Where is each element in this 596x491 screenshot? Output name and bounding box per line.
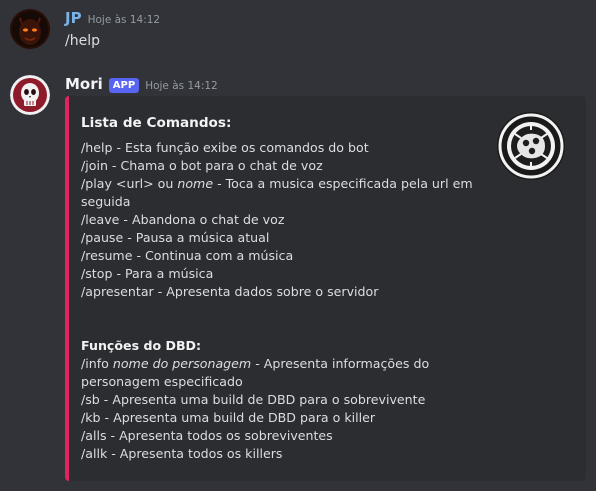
mori-logo-icon[interactable] [495, 110, 567, 182]
jp-avatar[interactable] [10, 9, 50, 49]
command-text: /join - Chama o bot para o chat de voz [81, 158, 323, 173]
command-text: /kb - Apresenta uma build de DBD para o … [81, 410, 376, 425]
chat-messages: JP Hoje às 14:12 /help Mori APP Hoje às … [0, 0, 596, 491]
command-text: /pause - Pausa a música atual [81, 230, 270, 245]
command-line: /info nome do personagem - Apresenta inf… [81, 355, 481, 391]
command-text: /sb - Apresenta uma build de DBD para o … [81, 392, 426, 407]
command-line: /leave - Abandona o chat de voz [81, 211, 481, 229]
command-argument: nome do personagem [112, 356, 252, 371]
embed-title: Lista de Comandos: [81, 115, 232, 131]
timestamp[interactable]: Hoje às 14:12 [145, 76, 218, 96]
bot-embed: Lista de Comandos: /help - Esta função e… [65, 96, 586, 481]
command-text: /play <url> ou [81, 176, 178, 191]
command-line: /join - Chama o bot para o chat de voz [81, 157, 481, 175]
command-line: /stop - Para a música [81, 265, 481, 283]
username-jp[interactable]: JP [65, 8, 82, 28]
timestamp[interactable]: Hoje às 14:12 [88, 10, 161, 30]
app-badge: APP [108, 78, 140, 93]
command-line: /pause - Pausa a música atual [81, 229, 481, 247]
command-text: /stop - Para a música [81, 266, 214, 281]
command-text: /allk - Apresenta todos os killers [81, 446, 283, 461]
command-line: /apresentar - Apresenta dados sobre o se… [81, 283, 481, 301]
username-mori[interactable]: Mori [65, 74, 103, 94]
message-content: /help [65, 33, 100, 49]
embed-description: Lista de Comandos: /help - Esta função e… [81, 112, 481, 463]
command-text: /info [81, 356, 113, 371]
command-line: /allk - Apresenta todos os killers [81, 445, 481, 463]
command-line: /play <url> ou nome - Toca a musica espe… [81, 175, 481, 211]
dbd-title: Funções do DBD: [81, 338, 202, 353]
command-line: /alls - Apresenta todos os sobreviventes [81, 427, 481, 445]
command-line: /kb - Apresenta uma build de DBD para o … [81, 409, 481, 427]
command-text: /apresentar - Apresenta dados sobre o se… [81, 284, 379, 299]
message-header: Mori APP Hoje às 14:12 [65, 74, 218, 96]
command-line: /help - Esta função exibe os comandos do… [81, 139, 481, 157]
command-argument: nome [177, 176, 214, 191]
command-list: /help - Esta função exibe os comandos do… [81, 139, 481, 301]
command-line: /resume - Continua com a música [81, 247, 481, 265]
command-text: /resume - Continua com a música [81, 248, 294, 263]
mori-avatar[interactable] [10, 75, 50, 115]
command-text: /alls - Apresenta todos os sobreviventes [81, 428, 333, 443]
command-text: /help - Esta função exibe os comandos do… [81, 140, 369, 155]
message-header: JP Hoje às 14:12 [65, 8, 160, 30]
command-line: /sb - Apresenta uma build de DBD para o … [81, 391, 481, 409]
command-text: /leave - Abandona o chat de voz [81, 212, 285, 227]
dbd-command-list: /info nome do personagem - Apresenta inf… [81, 355, 481, 463]
